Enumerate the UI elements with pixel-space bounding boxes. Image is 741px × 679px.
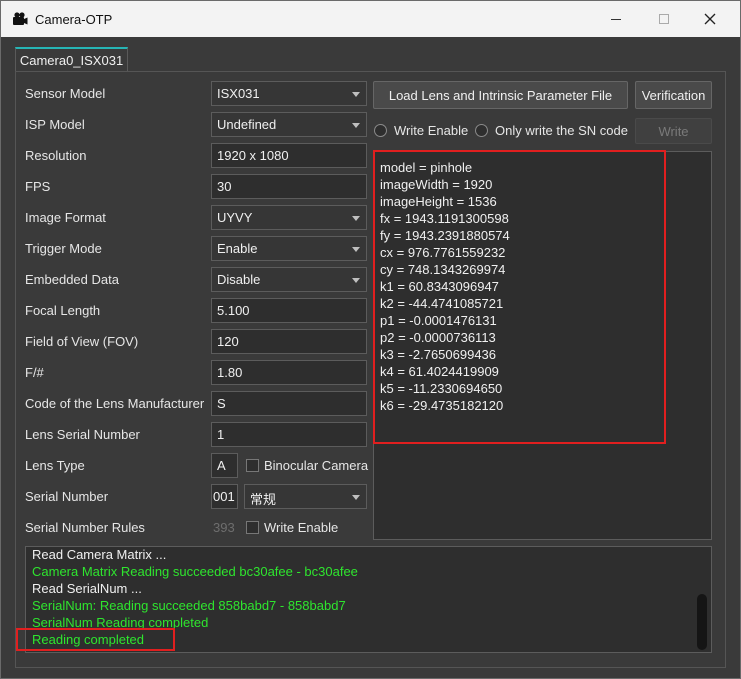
- sensor-model-select[interactable]: ISX031: [211, 81, 367, 106]
- fnumber-value: 1.80: [217, 365, 243, 380]
- fov-label: Field of View (FOV): [25, 334, 139, 349]
- camera-icon: [13, 12, 28, 25]
- sensor-model-label: Sensor Model: [25, 86, 106, 101]
- serial-write-enable-label: Write Enable: [264, 520, 339, 535]
- write-enable-radio[interactable]: [374, 124, 387, 137]
- image-format-label: Image Format: [25, 210, 106, 225]
- close-button[interactable]: [687, 1, 733, 37]
- lens-type-label: Lens Type: [25, 458, 85, 473]
- lens-serial-label: Lens Serial Number: [25, 427, 140, 442]
- fnumber-label: F/#: [25, 365, 44, 380]
- trigger-mode-label: Trigger Mode: [25, 241, 102, 256]
- lens-type-field[interactable]: A: [211, 453, 238, 478]
- minimize-button[interactable]: [593, 1, 639, 37]
- lens-serial-field[interactable]: 1: [211, 422, 367, 447]
- embedded-data-select[interactable]: Disable: [211, 267, 367, 292]
- write-button[interactable]: Write: [635, 118, 712, 144]
- lens-manufacturer-value: S: [217, 396, 226, 411]
- title-bar: Camera-OTP: [1, 1, 740, 37]
- embedded-data-value: Disable: [217, 272, 261, 287]
- trigger-mode-select[interactable]: Enable: [211, 236, 367, 261]
- chevron-down-icon: [352, 247, 360, 252]
- image-format-value: UYVY: [217, 210, 253, 225]
- focal-length-field[interactable]: 5.100: [211, 298, 367, 323]
- write-label: Write: [658, 123, 689, 139]
- verification-label: Verification: [641, 87, 706, 103]
- serial-number-field[interactable]: 001: [211, 484, 238, 509]
- log-highlight-box: [16, 628, 175, 651]
- chevron-down-icon: [352, 216, 360, 221]
- parameter-highlight-box: [373, 150, 666, 444]
- serial-write-enable-checkbox[interactable]: [246, 521, 259, 534]
- chevron-down-icon: [352, 495, 360, 500]
- resolution-label: Resolution: [25, 148, 87, 163]
- tab-camera0[interactable]: Camera0_ISX031: [15, 47, 128, 72]
- image-format-select[interactable]: UYVY: [211, 205, 367, 230]
- serial-rule-select[interactable]: 常规: [244, 484, 367, 509]
- embedded-data-label: Embedded Data: [25, 272, 119, 287]
- chevron-down-icon: [352, 278, 360, 283]
- trigger-mode-value: Enable: [217, 241, 258, 256]
- log-line: SerialNum: Reading succeeded 858babd7 - …: [32, 598, 346, 613]
- load-lens-file-label: Load Lens and Intrinsic Parameter File: [388, 87, 613, 103]
- close-icon: [704, 13, 716, 25]
- isp-model-label: ISP Model: [25, 117, 85, 132]
- resolution-value: 1920 x 1080: [217, 148, 289, 163]
- focal-length-value: 5.100: [217, 303, 250, 318]
- fov-field[interactable]: 120: [211, 329, 367, 354]
- serial-number-label: Serial Number: [25, 489, 109, 504]
- window-title: Camera-OTP: [35, 12, 113, 27]
- log-line: Read SerialNum ...: [32, 581, 142, 596]
- only-sn-radio[interactable]: [475, 124, 488, 137]
- chevron-down-icon: [352, 92, 360, 97]
- log-line: Read Camera Matrix ...: [32, 547, 167, 562]
- serial-rules-value: 393: [213, 520, 235, 535]
- binocular-label: Binocular Camera: [264, 458, 369, 473]
- binocular-checkbox[interactable]: [246, 459, 259, 472]
- resolution-field[interactable]: 1920 x 1080: [211, 143, 367, 168]
- log-scrollbar-thumb[interactable]: [697, 594, 707, 650]
- chevron-down-icon: [352, 123, 360, 128]
- lens-serial-value: 1: [217, 427, 225, 442]
- serial-number-value: 001: [213, 489, 235, 504]
- serial-rules-label: Serial Number Rules: [25, 520, 145, 535]
- fnumber-field[interactable]: 1.80: [211, 360, 367, 385]
- lens-manufacturer-label: Code of the Lens Manufacturer: [25, 396, 205, 411]
- isp-model-value: Undefined: [217, 117, 277, 132]
- app-window: Camera-OTP Camera0_ISX031 Sensor Model I…: [0, 0, 741, 679]
- verification-button[interactable]: Verification: [635, 81, 712, 109]
- fps-value: 30: [217, 179, 232, 194]
- fov-value: 120: [217, 334, 239, 349]
- fps-label: FPS: [25, 179, 51, 194]
- maximize-icon: [659, 14, 669, 24]
- only-sn-label: Only write the SN code: [495, 123, 628, 138]
- maximize-button[interactable]: [641, 1, 687, 37]
- lens-type-value: A: [217, 458, 226, 473]
- isp-model-select[interactable]: Undefined: [211, 112, 367, 137]
- sensor-model-value: ISX031: [217, 86, 260, 101]
- fps-field[interactable]: 30: [211, 174, 367, 199]
- write-enable-label: Write Enable: [394, 123, 469, 138]
- load-lens-file-button[interactable]: Load Lens and Intrinsic Parameter File: [373, 81, 628, 109]
- focal-length-label: Focal Length: [25, 303, 101, 318]
- lens-manufacturer-field[interactable]: S: [211, 391, 367, 416]
- tab-label: Camera0_ISX031: [19, 53, 124, 68]
- serial-rule-value: 常规: [250, 492, 277, 507]
- minimize-icon: [611, 19, 621, 20]
- log-line: Camera Matrix Reading succeeded bc30afee…: [32, 564, 358, 579]
